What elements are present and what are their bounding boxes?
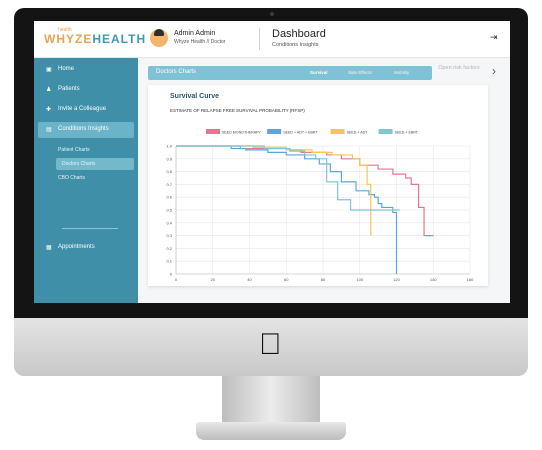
sidebar-item-conditions-insights[interactable]: ▤ Conditions Insights — [38, 122, 134, 138]
legend-swatch — [267, 129, 282, 134]
camera-icon — [270, 12, 274, 16]
tab-mobility[interactable]: Mobility — [394, 70, 409, 75]
x-tick-label: 40 — [247, 277, 252, 282]
sidebar-item-label: Invite a Colleague — [58, 106, 107, 112]
y-tick-label: 1.0 — [166, 144, 172, 149]
app-screen: health WHYZEHEALTH Admin Admin Whyze Hea… — [34, 21, 510, 303]
add-user-icon: ✚ — [46, 107, 52, 113]
tab-survival[interactable]: Survival — [310, 70, 328, 75]
survival-chart: 0 0.1 0.2 0.3 0.4 0.5 0.6 0.7 0.8 0.9 1.0 0 20 40 60 80… — [166, 129, 474, 282]
logo-prefix: WHYZE — [44, 32, 93, 46]
sidebar-item-invite[interactable]: ✚ Invite a Colleague — [34, 102, 138, 118]
monitor-stand-neck — [222, 376, 320, 428]
chart-icon: ▤ — [46, 127, 52, 133]
legend-label: SEED + EBRT — [395, 130, 419, 134]
y-tick-label: 0.1 — [166, 259, 172, 264]
y-tick-label: 0.9 — [166, 156, 172, 161]
legend-label: SEED + ADT + EBRT — [283, 130, 318, 134]
legend-swatch — [206, 129, 220, 134]
page-title: Dashboard — [272, 28, 326, 40]
survival-chart-card: Survival Curve ESTIMATE OF RELAPSE FREE … — [148, 85, 488, 286]
sidebar-item-label: Patients — [58, 86, 80, 92]
tab-open-risk-factors[interactable]: Open risk factors — [436, 65, 482, 72]
y-tick-label: 0.7 — [166, 182, 172, 187]
series-line — [176, 145, 434, 237]
logo-suffix: HEALTH — [92, 32, 147, 46]
user-name: Admin Admin — [174, 30, 216, 37]
tab-side-effects[interactable]: Side Effects — [348, 70, 372, 75]
page-subtitle: Conditions Insights — [272, 42, 319, 48]
tab-doctors-charts[interactable]: Doctors Charts — [156, 69, 196, 75]
logo-tagline: health — [58, 27, 72, 33]
x-tick-label: 60 — [284, 277, 289, 282]
y-tick-label: 0.8 — [166, 169, 172, 174]
y-tick-label: 0.3 — [166, 233, 172, 238]
avatar[interactable] — [150, 29, 168, 47]
x-tick-label: 80 — [321, 277, 326, 282]
sidebar-subitem-cbo-charts[interactable]: CBO Charts — [58, 172, 134, 184]
x-tick-label: 0 — [175, 277, 178, 282]
app-logo[interactable]: health WHYZEHEALTH — [44, 27, 147, 46]
sidebar-item-label: Conditions Insights — [58, 126, 109, 132]
chart-tab-bar: Doctors Charts Survival Side Effects Mob… — [148, 66, 432, 80]
y-tick-label: 0.6 — [166, 195, 172, 200]
sidebar-item-label: Home — [58, 66, 75, 72]
y-tick-label: 0.5 — [166, 208, 172, 213]
chevron-right-icon[interactable]: › — [492, 64, 496, 78]
legend-swatch — [378, 129, 393, 134]
sidebar: ▣ Home ♟ Patients ✚ Invite a Colleague ▤… — [34, 58, 138, 303]
monitor-stand-foot — [196, 422, 346, 440]
x-tick-label: 20 — [211, 277, 216, 282]
legend-label: SEED MONOTHERAPY — [222, 130, 262, 134]
x-tick-label: 120 — [393, 277, 400, 282]
y-tick-label: 0.4 — [166, 220, 172, 225]
sidebar-item-home[interactable]: ▣ Home — [34, 62, 138, 78]
sidebar-subitem-doctors-charts[interactable]: Doctors Charts — [56, 158, 134, 170]
sidebar-item-appointments[interactable]: ▦ Appointments — [34, 240, 138, 256]
x-tick-label: 160 — [467, 277, 474, 282]
header-divider — [259, 28, 260, 50]
sidebar-item-label: Appointments — [58, 244, 95, 250]
series-line — [176, 145, 372, 236]
y-tick-label: 0.2 — [166, 246, 172, 251]
legend-swatch — [330, 129, 345, 134]
x-tick-label: 140 — [430, 277, 437, 282]
user-icon: ♟ — [46, 87, 52, 93]
sidebar-item-patients[interactable]: ♟ Patients — [34, 82, 138, 98]
sidebar-subitem-patient-charts[interactable]: Patient Charts — [58, 144, 134, 156]
logout-icon[interactable]: ⇥ — [490, 32, 498, 43]
x-tick-label: 100 — [356, 277, 363, 282]
home-icon: ▣ — [46, 67, 52, 73]
apple-logo-icon:  — [259, 330, 282, 360]
y-tick-label: 0 — [170, 272, 173, 277]
user-role: Whyze Health // Doctor — [174, 39, 226, 45]
imac-computer:  health WHYZEHEALTH Admin Admin Whyze H… — [0, 0, 542, 450]
top-bar: health WHYZEHEALTH Admin Admin Whyze Hea… — [34, 21, 510, 58]
sidebar-divider — [62, 228, 118, 229]
legend-label: SEED + ADT — [347, 130, 369, 134]
calendar-icon: ▦ — [46, 245, 52, 251]
